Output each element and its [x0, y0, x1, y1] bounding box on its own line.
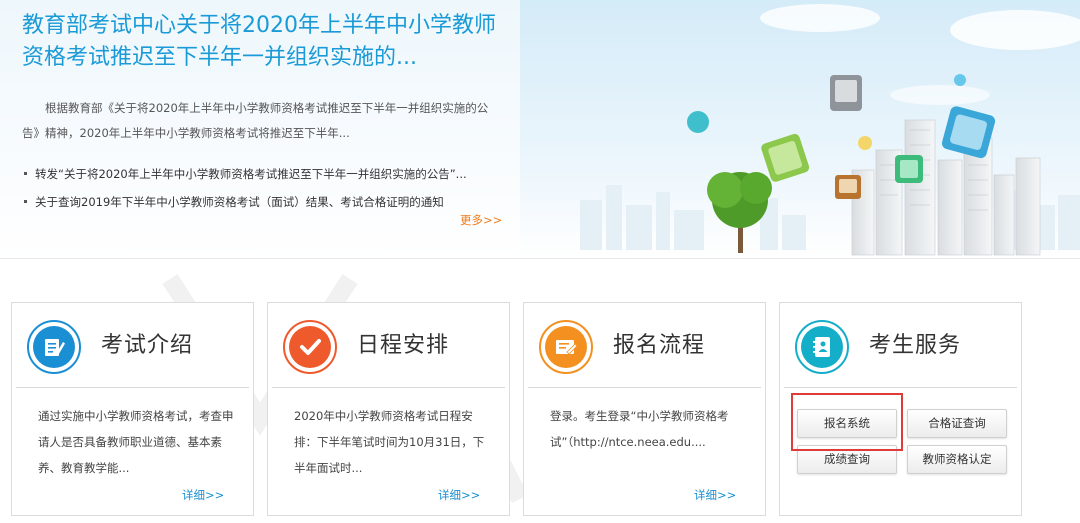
registration-process-card: 报名流程 登录。考生登录“中小学教师资格考试”（http://ntce.neea…: [523, 302, 766, 516]
checkmark-icon: [283, 320, 337, 374]
exam-intro-card: 考试介绍 通过实施中小学教师资格考试，考查申请人是否具备教师职业道德、基本素养、…: [11, 302, 254, 516]
schedule-card: 日程安排 2020年中小学教师资格考试日程安排：下半年笔试时间为10月31日，下…: [267, 302, 510, 516]
more-news-link[interactable]: 更多>>: [460, 212, 502, 228]
divider: [528, 387, 761, 388]
news-summary: 根据教育部《关于将2020年上半年中小学教师资格考试推迟至下半年一并组织实施的公…: [22, 101, 489, 140]
card-title: 日程安排: [357, 333, 450, 358]
divider: [272, 387, 505, 388]
card-title: 报名流程: [613, 333, 706, 358]
card-title: 考生服务: [869, 333, 962, 358]
card-description: 通过实施中小学教师资格考试，考查申请人是否具备教师职业道德、基本素养、教育教学能…: [38, 409, 234, 475]
details-link[interactable]: 详细>>: [182, 487, 224, 503]
news-item-label: 关于查询2019年下半年中小学教师资格考试（面试）结果、考试合格证明的通知: [35, 195, 444, 209]
details-link[interactable]: 详细>>: [694, 487, 736, 503]
form-edit-icon: [539, 320, 593, 374]
news-item-label: 转发“关于将2020年上半年中小学教师资格考试推迟至下半年一并组织实施的公告”.…: [35, 167, 467, 181]
divider: [16, 387, 249, 388]
card-description: 2020年中小学教师资格考试日程安排：下半年笔试时间为10月31日，下半年面试时…: [294, 409, 485, 475]
card-title: 考试介绍: [101, 333, 194, 358]
certificate-query-button[interactable]: 合格证查询: [907, 409, 1007, 438]
details-link[interactable]: 详细>>: [438, 487, 480, 503]
news-headline[interactable]: 教育部考试中心关于将2020年上半年中小学教师资格考试推迟至下半年一并组织实施的…: [22, 10, 502, 74]
bullet-icon: [24, 199, 27, 203]
news-item[interactable]: 关于查询2019年下半年中小学教师资格考试（面试）结果、考试合格证明的通知: [22, 188, 512, 216]
top-banner: 教育部考试中心关于将2020年上半年中小学教师资格考试推迟至下半年一并组织实施的…: [0, 0, 1080, 258]
address-book-icon: [795, 320, 849, 374]
card-description: 登录。考生登录“中小学教师资格考试”（http://ntce.neea.edu.…: [550, 409, 729, 449]
divider: [784, 387, 1017, 388]
exam-doc-icon: [27, 320, 81, 374]
card-header: 日程安排: [268, 303, 509, 387]
city-illustration: [520, 0, 1080, 258]
bullet-icon: [24, 171, 27, 175]
teacher-certification-button[interactable]: 教师资格认定: [907, 445, 1007, 474]
news-item[interactable]: 转发“关于将2020年上半年中小学教师资格考试推迟至下半年一并组织实施的公告”.…: [22, 160, 512, 188]
card-header: 报名流程: [524, 303, 765, 387]
card-header: 考生服务: [780, 303, 1021, 387]
news-list: 转发“关于将2020年上半年中小学教师资格考试推迟至下半年一并组织实施的公告”.…: [22, 160, 512, 216]
card-header: 考试介绍: [12, 303, 253, 387]
highlight-box: [791, 393, 903, 451]
